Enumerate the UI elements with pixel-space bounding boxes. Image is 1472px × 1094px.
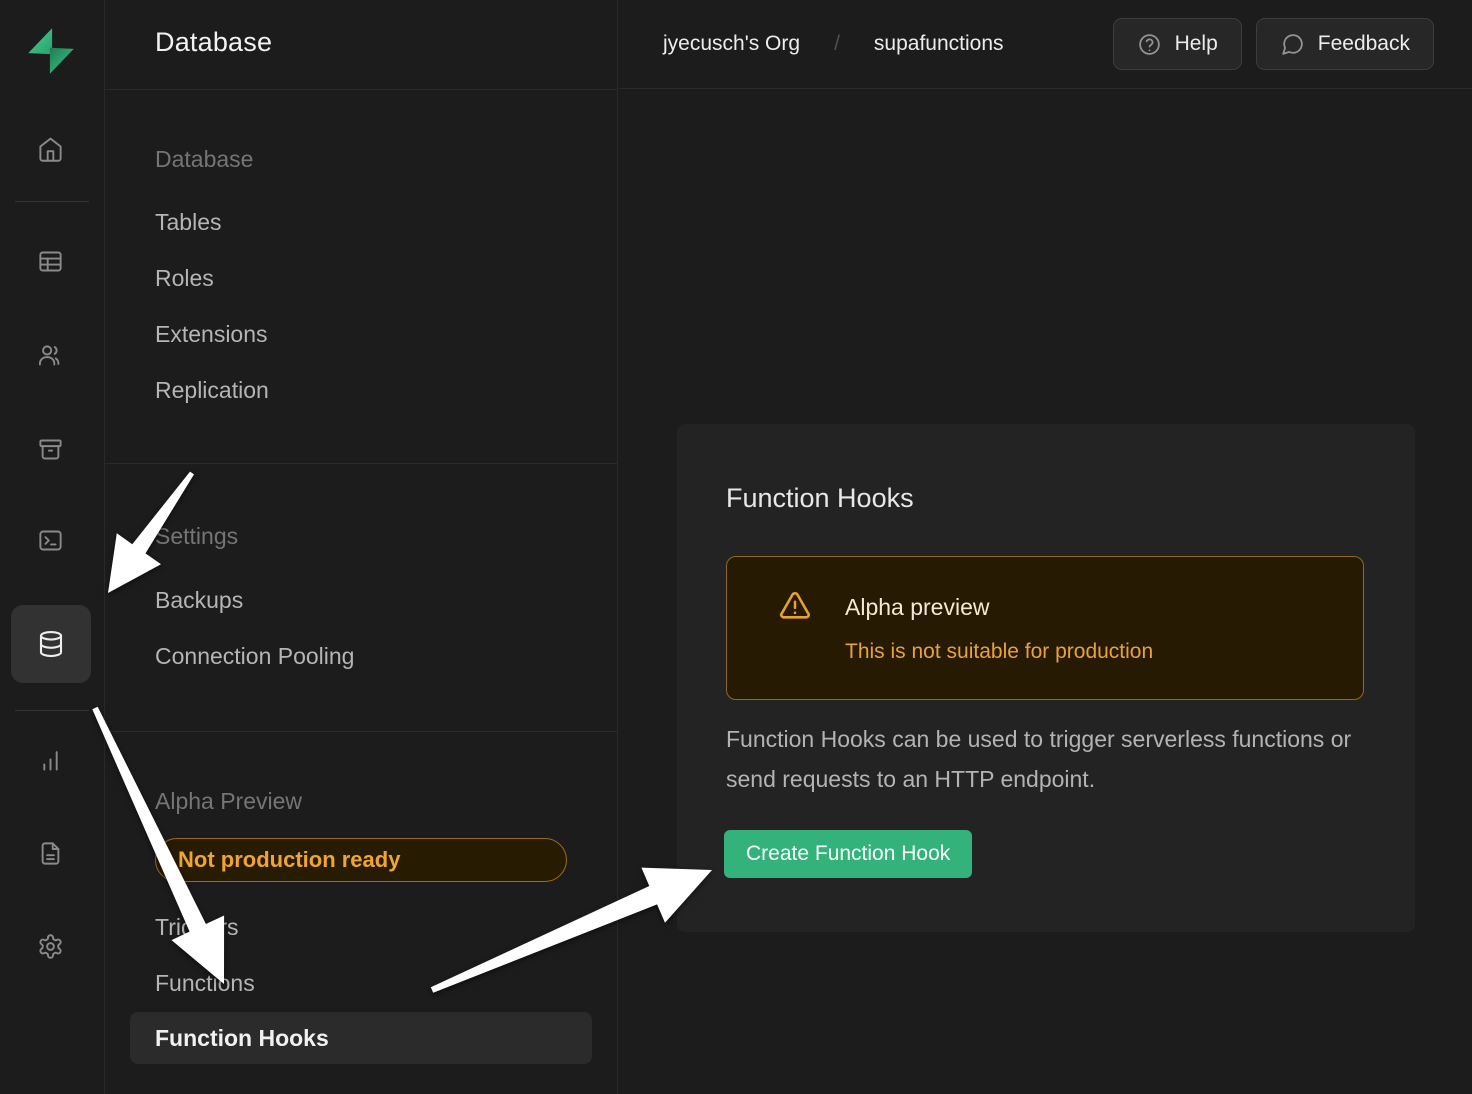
sql-editor-icon[interactable]: [28, 518, 72, 562]
warning-triangle-icon: [778, 589, 812, 623]
help-circle-icon: [1137, 32, 1162, 57]
sidebar-title: Database: [155, 27, 272, 58]
sidebar-item-function-hooks-selected[interactable]: Function Hooks: [130, 1012, 592, 1064]
settings-gear-icon[interactable]: [28, 924, 72, 968]
table-editor-icon[interactable]: [28, 239, 72, 283]
sidebar-item-functions[interactable]: Functions: [155, 970, 255, 996]
breadcrumb-project[interactable]: supafunctions: [874, 32, 1004, 56]
supabase-dashboard: Database Database Tables Roles Extension…: [0, 0, 1472, 1094]
alert-title: Alpha preview: [845, 594, 989, 621]
rail-divider: [15, 710, 89, 711]
feedback-button[interactable]: Feedback: [1256, 18, 1434, 70]
header-actions: Help Feedback: [1113, 18, 1434, 70]
database-icon[interactable]: [11, 605, 91, 683]
icon-rail: [0, 0, 105, 1094]
sidebar-item-backups[interactable]: Backups: [155, 587, 243, 613]
help-button-label: Help: [1175, 32, 1218, 56]
top-header: jyecusch's Org / supafunctions Help Feed…: [618, 0, 1472, 89]
page-title: Function Hooks: [726, 483, 914, 514]
home-icon[interactable]: [28, 127, 72, 171]
section-label-settings: Settings: [155, 523, 238, 549]
create-function-hook-button[interactable]: Create Function Hook: [724, 830, 972, 878]
sidebar-divider: [105, 463, 617, 464]
sidebar-item-extensions[interactable]: Extensions: [155, 321, 268, 347]
auth-users-icon[interactable]: [28, 333, 72, 377]
section-label-alpha-preview: Alpha Preview: [155, 788, 302, 814]
sidebar-divider: [105, 731, 617, 732]
sidebar-item-tables[interactable]: Tables: [155, 209, 221, 235]
alpha-preview-alert: Alpha preview This is not suitable for p…: [726, 556, 1364, 700]
sidebar-header: Database: [105, 0, 617, 90]
rail-divider: [15, 201, 89, 202]
help-button[interactable]: Help: [1113, 18, 1242, 70]
sidebar-item-replication[interactable]: Replication: [155, 377, 269, 403]
not-production-ready-badge: Not production ready: [155, 838, 567, 882]
storage-icon[interactable]: [28, 427, 72, 471]
breadcrumb-separator: /: [834, 32, 840, 56]
sidebar-item-roles[interactable]: Roles: [155, 265, 214, 291]
logs-icon[interactable]: [28, 831, 72, 875]
alert-description: This is not suitable for production: [845, 640, 1153, 664]
reports-icon[interactable]: [28, 738, 72, 782]
speech-bubble-icon: [1280, 32, 1305, 57]
supabase-logo-icon[interactable]: [25, 25, 77, 77]
sidebar-item-triggers[interactable]: Triggers: [155, 914, 239, 940]
card-description: Function Hooks can be used to trigger se…: [726, 719, 1358, 799]
sidebar-item-connection-pooling[interactable]: Connection Pooling: [155, 643, 354, 669]
breadcrumb-org[interactable]: jyecusch's Org: [663, 32, 800, 56]
feedback-button-label: Feedback: [1318, 32, 1410, 56]
database-sidebar: Database Database Tables Roles Extension…: [105, 0, 618, 1094]
function-hooks-card: Function Hooks Alpha preview This is not…: [677, 424, 1415, 932]
section-label-database: Database: [155, 146, 253, 172]
